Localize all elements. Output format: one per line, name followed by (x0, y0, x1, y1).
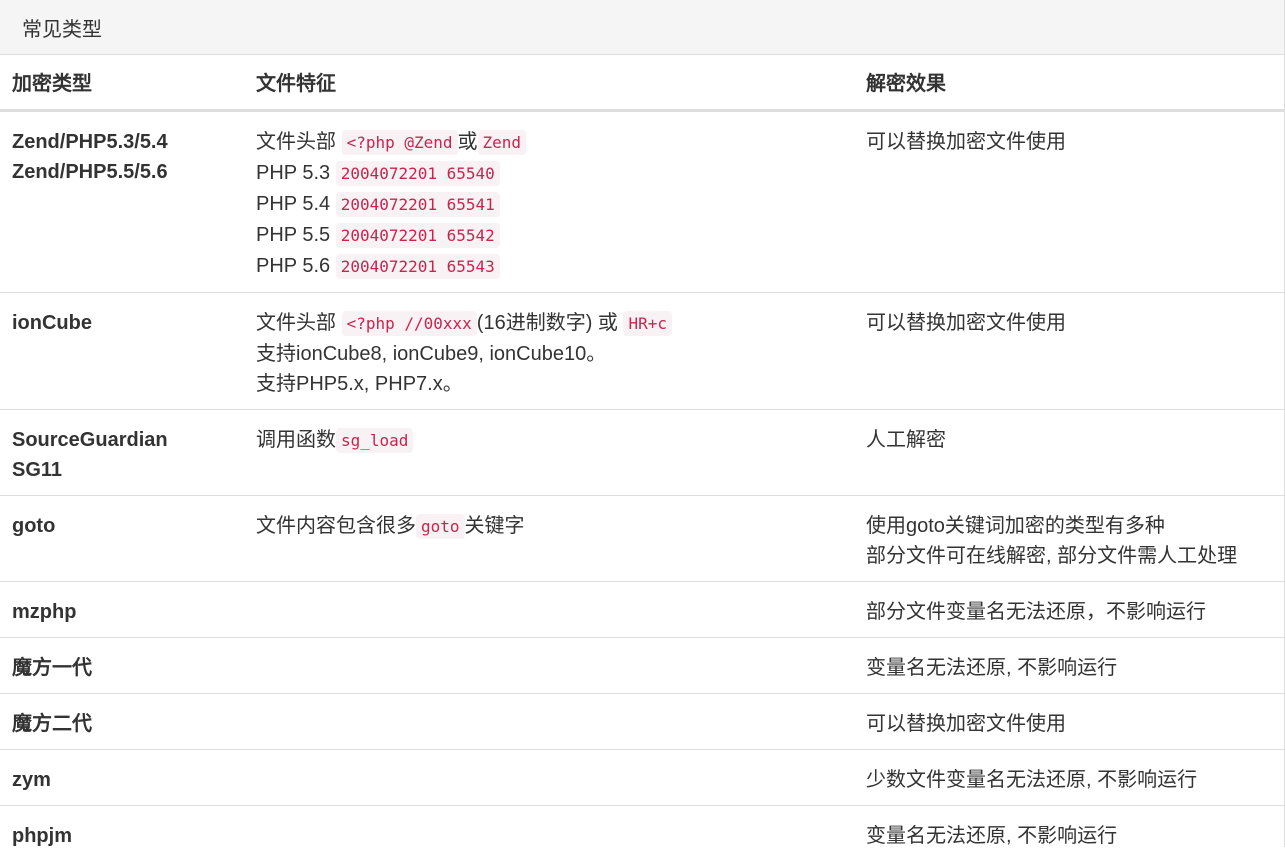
encryption-type-name: 魔方一代 (12, 656, 92, 679)
feature-text: PHP 5.4 (256, 192, 336, 215)
table-row: mzphp 部分文件变量名无法还原，不影响运行 (0, 580, 1285, 637)
feature-text: PHP 5.3 (256, 161, 336, 184)
feature-code: 2004072201 65540 (335, 160, 500, 186)
feature-code: 2004072201 65543 (335, 253, 500, 279)
decrypt-effect-text: 使用goto关键词加密的类型有多种 (866, 514, 1165, 537)
encryption-type-name: goto (12, 514, 56, 537)
table-row: 魔方二代 可以替换加密文件使用 (0, 692, 1285, 749)
feature-code: Zend (477, 129, 527, 155)
file-feature-cell: 调用函数 sg_load (244, 408, 854, 495)
decrypt-effect-text: 可以替换加密文件使用 (866, 130, 1066, 153)
feature-text: 关键字 (464, 514, 525, 537)
panel-heading: 常见类型 (0, 0, 1284, 55)
encryption-type-name: 魔方二代 (12, 712, 92, 735)
feature-text: 文件内容包含很多 (256, 514, 416, 537)
feature-line: PHP 5.5 2004072201 65542 (256, 220, 842, 251)
encryption-type-name: zym (12, 768, 51, 791)
decrypt-effect-text: 变量名无法还原, 不影响运行 (866, 824, 1118, 847)
file-feature-cell (244, 692, 854, 749)
feature-text: (16进制数字) 或 (476, 311, 624, 334)
table-row: zym 少数文件变量名无法还原, 不影响运行 (0, 748, 1285, 805)
header-decrypt-effect: 解密效果 (854, 55, 1285, 112)
decrypt-effect-text: 变量名无法还原, 不影响运行 (866, 656, 1118, 679)
encryption-types-table: 加密类型 文件特征 解密效果 Zend/PHP5.3/5.4 Zend/PHP5.… (0, 55, 1285, 861)
file-feature-cell (244, 804, 854, 861)
encryption-type-cell: mzphp (0, 580, 244, 637)
decrypt-effect-text: 可以替换加密文件使用 (866, 712, 1066, 735)
table-row: 魔方一代 变量名无法还原, 不影响运行 (0, 636, 1285, 693)
table-row: phpjm 变量名无法还原, 不影响运行 (0, 804, 1285, 861)
feature-code: sg_load (336, 427, 414, 453)
file-feature-cell: 文件头部 <?php @Zend 或 Zend PHP 5.3 2004072201 … (244, 110, 854, 292)
panel-title: 常见类型 (22, 18, 102, 41)
table-row: ionCube 文件头部 <?php //00xxx (16进制数字) 或 HR+c… (0, 291, 1285, 409)
encryption-type-cell: 魔方二代 (0, 692, 244, 749)
decrypt-effect-cell: 变量名无法还原, 不影响运行 (854, 804, 1285, 861)
decrypt-effect-cell: 可以替换加密文件使用 (854, 110, 1285, 292)
encryption-type-name: phpjm (12, 824, 72, 847)
decrypt-effect-cell: 部分文件变量名无法还原，不影响运行 (854, 580, 1285, 637)
encryption-type-cell: ionCube (0, 291, 244, 409)
feature-line: PHP 5.6 2004072201 65543 (256, 251, 842, 282)
decrypt-effect-text: 少数文件变量名无法还原, 不影响运行 (866, 768, 1198, 791)
encryption-type-cell: goto (0, 494, 244, 581)
feature-line: 支持PHP5.x, PHP7.x。 (256, 369, 842, 399)
encryption-type-cell: zym (0, 748, 244, 805)
decrypt-effect-cell: 人工解密 (854, 408, 1285, 495)
file-feature-cell (244, 580, 854, 637)
decrypt-effect-cell: 可以替换加密文件使用 (854, 692, 1285, 749)
table-row: SourceGuardian SG11 调用函数 sg_load 人工解密 (0, 408, 1285, 495)
feature-line: 文件头部 <?php @Zend 或 Zend (256, 127, 842, 158)
encryption-type-cell: SourceGuardian SG11 (0, 408, 244, 495)
file-feature-cell (244, 636, 854, 693)
feature-code: 2004072201 65542 (335, 222, 500, 248)
feature-text: PHP 5.6 (256, 254, 336, 277)
decrypt-effect-cell: 可以替换加密文件使用 (854, 291, 1285, 409)
decrypt-effect-text: 部分文件可在线解密, 部分文件需人工处理 (866, 544, 1238, 567)
encryption-type-name: SourceGuardian (12, 428, 168, 451)
encryption-types-panel: 常见类型 加密类型 文件特征 解密效果 Zend/PHP5.3/5.4 Zend/… (0, 0, 1285, 861)
table-row: Zend/PHP5.3/5.4 Zend/PHP5.5/5.6 文件头部 <?php… (0, 110, 1285, 292)
feature-text: PHP 5.5 (256, 223, 336, 246)
table-row: goto 文件内容包含很多 goto 关键字 使用goto关键词加密的类型有多种 部分文件… (0, 494, 1285, 581)
feature-code: <?php //00xxx (341, 310, 477, 336)
feature-line: 文件内容包含很多 goto 关键字 (256, 511, 842, 542)
encryption-type-name: mzphp (12, 600, 77, 623)
feature-code: goto (416, 513, 465, 539)
feature-code: <?php @Zend (341, 129, 458, 155)
encryption-type-cell: 魔方一代 (0, 636, 244, 693)
encryption-type-cell: Zend/PHP5.3/5.4 Zend/PHP5.5/5.6 (0, 110, 244, 292)
feature-line: 调用函数 sg_load (256, 425, 842, 456)
encryption-type-name: SG11 (12, 458, 63, 481)
decrypt-effect-cell: 变量名无法还原, 不影响运行 (854, 636, 1285, 693)
header-file-feature: 文件特征 (244, 55, 854, 112)
feature-text: 支持ionCube8, ionCube9, ionCube10。 (256, 342, 607, 365)
feature-code: HR+c (623, 310, 673, 336)
decrypt-effect-cell: 少数文件变量名无法还原, 不影响运行 (854, 748, 1285, 805)
file-feature-cell: 文件头部 <?php //00xxx (16进制数字) 或 HR+c 支持ionCu… (244, 291, 854, 409)
header-encryption-type: 加密类型 (0, 55, 244, 112)
feature-line: PHP 5.4 2004072201 65541 (256, 189, 842, 220)
encryption-type-name: Zend/PHP5.5/5.6 (12, 160, 168, 183)
encryption-type-name: Zend/PHP5.3/5.4 (12, 130, 168, 153)
feature-code: 2004072201 65541 (335, 191, 500, 217)
file-feature-cell: 文件内容包含很多 goto 关键字 (244, 494, 854, 581)
feature-text: 或 (457, 130, 478, 153)
feature-line: PHP 5.3 2004072201 65540 (256, 158, 842, 189)
feature-line: 文件头部 <?php //00xxx (16进制数字) 或 HR+c (256, 308, 842, 339)
feature-text: 调用函数 (256, 428, 336, 451)
table-header-row: 加密类型 文件特征 解密效果 (0, 55, 1285, 112)
decrypt-effect-text: 人工解密 (866, 428, 946, 451)
feature-text: 文件头部 (256, 311, 342, 334)
feature-text: 支持PHP5.x, PHP7.x。 (256, 372, 463, 395)
encryption-type-cell: phpjm (0, 804, 244, 861)
feature-line: 支持ionCube8, ionCube9, ionCube10。 (256, 339, 842, 369)
decrypt-effect-text: 可以替换加密文件使用 (866, 311, 1066, 334)
file-feature-cell (244, 748, 854, 805)
decrypt-effect-cell: 使用goto关键词加密的类型有多种部分文件可在线解密, 部分文件需人工处理 (854, 494, 1285, 581)
decrypt-effect-text: 部分文件变量名无法还原，不影响运行 (866, 600, 1206, 623)
feature-text: 文件头部 (256, 130, 342, 153)
encryption-type-name: ionCube (12, 311, 92, 334)
